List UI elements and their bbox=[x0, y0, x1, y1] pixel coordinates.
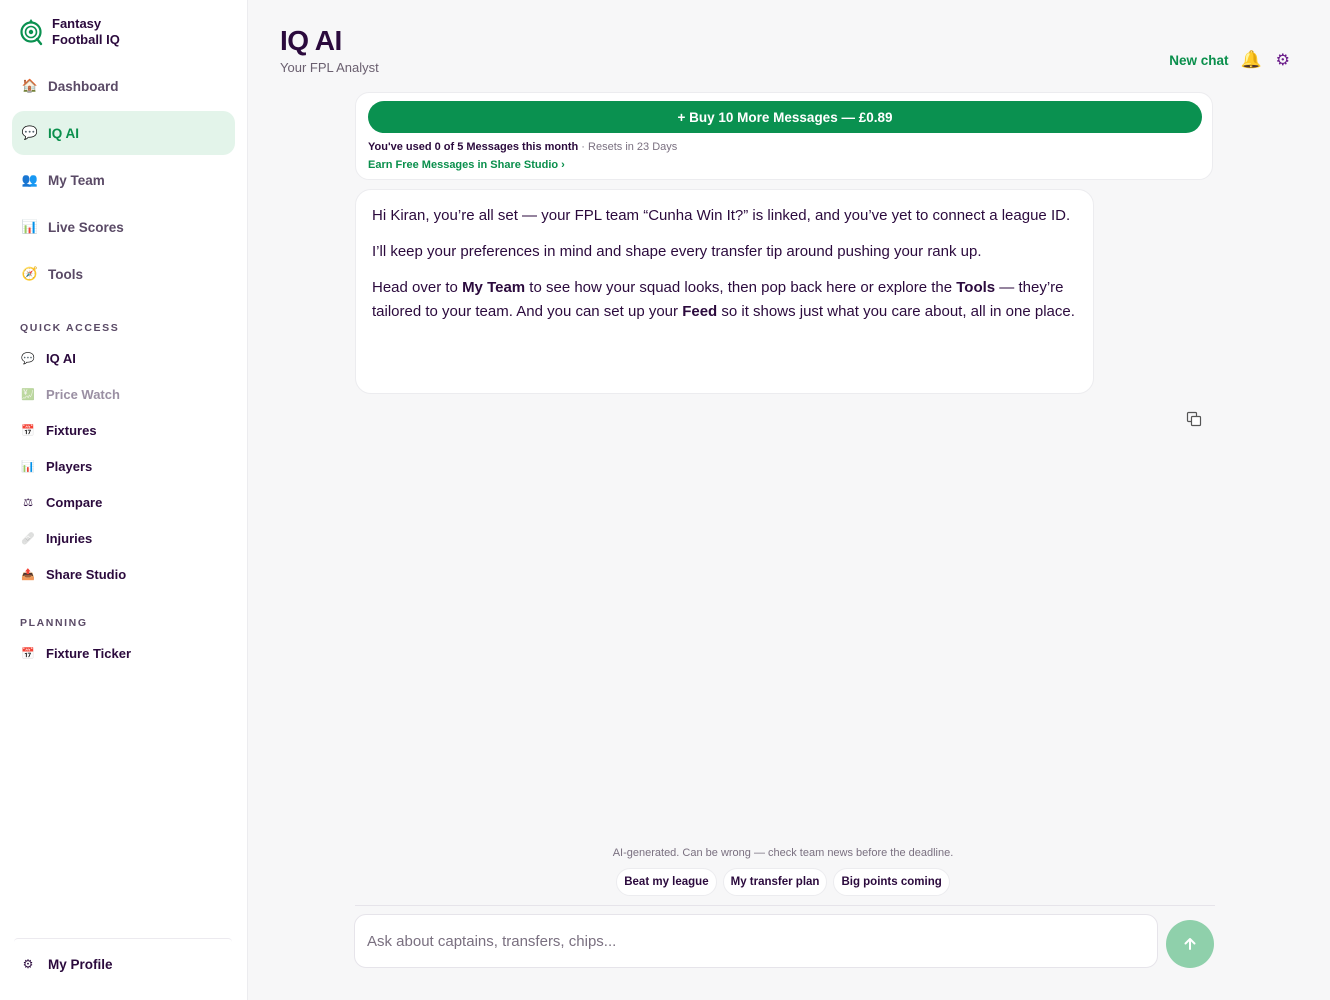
composer-divider bbox=[355, 905, 1215, 906]
bar-chart-icon: 📊 bbox=[21, 460, 35, 473]
people-icon: 👥 bbox=[21, 172, 39, 187]
quick-access-iq-ai[interactable]: 💬 IQ AI bbox=[20, 340, 230, 376]
usage-resets: · Resets in 23 Days bbox=[578, 141, 678, 153]
page-subtitle: Your FPL Analyst bbox=[280, 60, 379, 75]
compass-icon: 🧭 bbox=[21, 266, 39, 281]
calendar-icon: 📅 bbox=[21, 647, 35, 660]
message-text: to see how your squad looks, then pop ba… bbox=[525, 279, 957, 296]
quick-access-injuries[interactable]: 🩹 Injuries bbox=[20, 520, 230, 556]
bandage-icon: 🩹 bbox=[21, 532, 35, 545]
profile-divider bbox=[14, 938, 232, 942]
new-chat-button[interactable]: New chat bbox=[1169, 53, 1228, 68]
chat-icon: 💬 bbox=[21, 352, 35, 365]
quick-access-heading: QUICK ACCESS bbox=[20, 322, 120, 334]
planning-label: Fixture Ticker bbox=[46, 645, 132, 661]
scales-icon: ⚖ bbox=[23, 496, 33, 509]
header-actions: New chat 🔔 ⚙ bbox=[1169, 50, 1290, 70]
nav-item-live-scores[interactable]: 📊 Live Scores bbox=[12, 205, 235, 249]
message-text: Head over to bbox=[372, 279, 463, 296]
my-profile-label: My Profile bbox=[48, 956, 113, 972]
tools-mention: Tools bbox=[956, 279, 996, 296]
quick-access-compare[interactable]: ⚖ Compare bbox=[20, 484, 230, 520]
quick-access-label: Compare bbox=[46, 494, 103, 510]
nav-label: Dashboard bbox=[48, 78, 119, 94]
chat-main: IQ AI Your FPL Analyst New chat 🔔 ⚙ + Bu… bbox=[248, 0, 1330, 1000]
gear-icon: ⚙ bbox=[22, 957, 34, 971]
message-text: so it shows just what you care about, al… bbox=[717, 303, 1075, 320]
page-title: IQ AI bbox=[280, 25, 342, 56]
planning-heading: PLANNING bbox=[20, 617, 88, 629]
calendar-icon: 📅 bbox=[21, 424, 35, 437]
nav-item-dashboard[interactable]: 🏠 Dashboard bbox=[12, 64, 235, 108]
message-paragraph: Hi Kiran, you’re all set — your FPL team… bbox=[372, 207, 1071, 224]
brand-line-2: Football IQ bbox=[52, 32, 120, 47]
share-icon: 📤 bbox=[21, 568, 35, 581]
nav-label: IQ AI bbox=[48, 125, 80, 141]
nav-label: My Team bbox=[48, 172, 105, 188]
assistant-message: Hi Kiran, you’re all set — your FPL team… bbox=[355, 189, 1094, 394]
quick-access-fixtures[interactable]: 📅 Fixtures bbox=[20, 412, 230, 448]
quick-access-label: Injuries bbox=[46, 530, 93, 546]
chat-input[interactable] bbox=[354, 914, 1158, 968]
my-team-mention: My Team bbox=[462, 279, 526, 296]
main-nav: 🏠 Dashboard 💬 IQ AI 👥 My Team 📊 Live Sco… bbox=[12, 64, 235, 299]
usage-status: You've used 0 of 5 Messages this month ·… bbox=[368, 141, 677, 153]
nav-item-iq-ai[interactable]: 💬 IQ AI bbox=[12, 111, 235, 155]
sidebar: Fantasy Football IQ 🏠 Dashboard 💬 IQ AI … bbox=[0, 0, 248, 1000]
copy-icon[interactable] bbox=[1186, 411, 1202, 427]
quick-access-label: IQ AI bbox=[46, 350, 76, 366]
bell-icon[interactable]: 🔔 bbox=[1240, 50, 1261, 70]
quick-access-label: Players bbox=[46, 458, 93, 474]
quick-access-price-watch[interactable]: 💹 Price Watch bbox=[20, 376, 230, 412]
chart-icon: 💹 bbox=[21, 388, 35, 401]
quick-access-label: Fixtures bbox=[46, 422, 97, 438]
chip-beat-my-league[interactable]: Beat my league bbox=[616, 868, 717, 896]
buy-messages-button[interactable]: + Buy 10 More Messages — £0.89 bbox=[368, 101, 1202, 133]
brand[interactable]: Fantasy Football IQ bbox=[18, 16, 120, 48]
nav-item-my-team[interactable]: 👥 My Team bbox=[12, 158, 235, 202]
settings-gear-icon[interactable]: ⚙ bbox=[1276, 50, 1290, 70]
quick-access-players[interactable]: 📊 Players bbox=[20, 448, 230, 484]
suggestion-chips: Beat my league My transfer plan Big poin… bbox=[248, 868, 1318, 896]
quick-access-list: 💬 IQ AI 💹 Price Watch 📅 Fixtures 📊 Playe… bbox=[20, 340, 230, 592]
usage-count: You've used 0 of 5 Messages this month bbox=[368, 141, 579, 153]
quick-access-label: Price Watch bbox=[46, 386, 120, 402]
earn-free-messages-link[interactable]: Earn Free Messages in Share Studio › bbox=[368, 159, 565, 171]
nav-item-tools[interactable]: 🧭 Tools bbox=[12, 252, 235, 296]
arrow-up-icon bbox=[1184, 938, 1196, 950]
quick-access-share-studio[interactable]: 📤 Share Studio bbox=[20, 556, 230, 592]
message-paragraph: I’ll keep your preferences in mind and s… bbox=[372, 243, 982, 260]
chat-icon: 💬 bbox=[21, 125, 39, 140]
my-profile-link[interactable]: ⚙ My Profile bbox=[20, 952, 113, 976]
soccer-ball-logo-icon bbox=[20, 19, 43, 46]
chip-my-transfer-plan[interactable]: My transfer plan bbox=[722, 868, 828, 896]
send-button[interactable] bbox=[1166, 920, 1214, 968]
house-icon: 🏠 bbox=[21, 78, 39, 93]
nav-label: Live Scores bbox=[48, 219, 124, 235]
brand-name: Fantasy Football IQ bbox=[52, 16, 120, 48]
ai-disclaimer: AI-generated. Can be wrong — check team … bbox=[612, 847, 954, 859]
planning-list: 📅 Fixture Ticker bbox=[20, 635, 230, 671]
brand-line-1: Fantasy bbox=[52, 16, 102, 31]
planning-fixture-ticker[interactable]: 📅 Fixture Ticker bbox=[20, 635, 230, 671]
nav-label: Tools bbox=[48, 266, 83, 282]
message-usage-card: + Buy 10 More Messages — £0.89 You've us… bbox=[355, 92, 1213, 180]
bar-chart-icon: 📊 bbox=[21, 219, 39, 234]
chip-big-points-coming[interactable]: Big points coming bbox=[833, 868, 950, 896]
feed-mention: Feed bbox=[682, 303, 718, 320]
message-paragraph: Head over to My Team to see how your squ… bbox=[372, 276, 1077, 324]
quick-access-label: Share Studio bbox=[46, 566, 127, 582]
